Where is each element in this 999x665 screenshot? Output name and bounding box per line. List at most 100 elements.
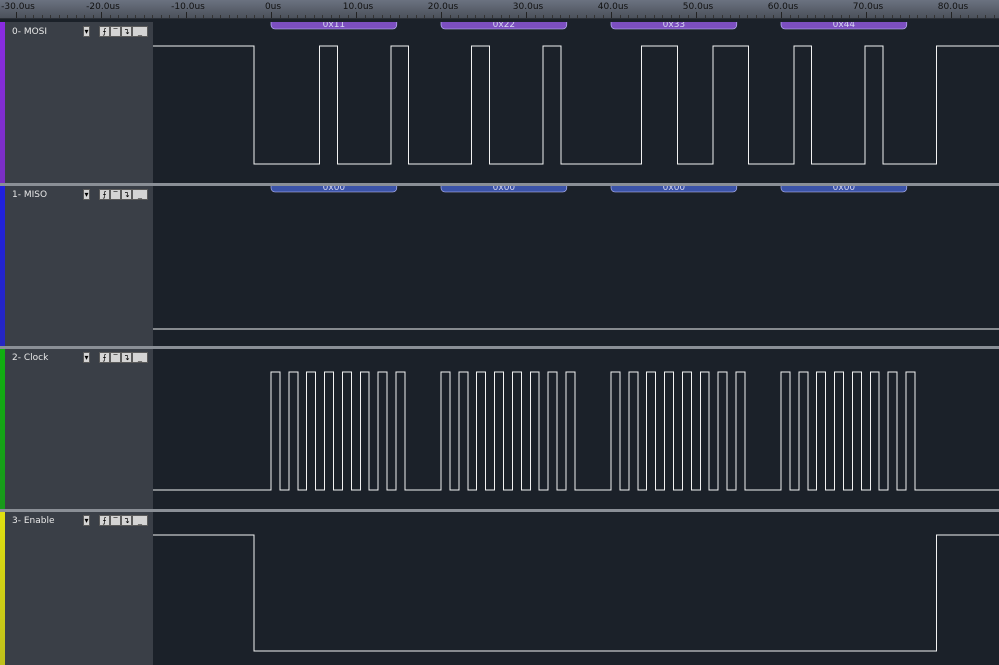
falling-edge-trigger-icon[interactable]: ↴ [121, 26, 132, 37]
ruler-minor-tick [305, 15, 306, 18]
ruler-minor-tick [738, 15, 740, 18]
low-level-trigger-icon[interactable]: _ [132, 26, 148, 37]
ruler-minor-tick [509, 15, 510, 18]
low-level-trigger-icon[interactable]: _ [132, 352, 148, 363]
ruler-minor-tick [254, 15, 255, 18]
ruler-minor-tick [628, 15, 629, 18]
decoded-byte-label: 0x00 [833, 185, 856, 193]
ruler-minor-tick [755, 15, 757, 18]
ruler-minor-tick [772, 15, 774, 18]
ruler-minor-tick [840, 15, 842, 18]
channel-color-bar [0, 511, 5, 665]
ruler-tick [186, 12, 187, 18]
ruler-minor-tick [959, 15, 961, 18]
ruler-minor-tick [237, 15, 238, 18]
ruler-tick [101, 12, 102, 18]
falling-edge-trigger-icon[interactable]: ↴ [121, 189, 132, 200]
ruler-minor-tick [92, 15, 94, 18]
rising-edge-trigger-icon[interactable]: ⨍ [99, 26, 110, 37]
ruler-minor-tick [653, 15, 655, 18]
channel-separator[interactable] [0, 346, 999, 349]
high-level-trigger-icon[interactable]: ‾ [110, 189, 121, 200]
ruler-minor-tick [135, 15, 136, 18]
channel-header[interactable]: 2- Clock ▾ ⨍ ‾ ↴ _ [0, 348, 153, 510]
waveform-area[interactable] [153, 348, 999, 510]
ruler-minor-tick [364, 15, 366, 18]
channel-name[interactable]: 1- MISO [12, 190, 47, 200]
high-level-trigger-icon[interactable]: ‾ [110, 352, 121, 363]
falling-edge-trigger-icon[interactable]: ↴ [121, 352, 132, 363]
time-ruler[interactable]: -30.0us -20.0us -10.0us 0us 10.0us 20.0us 30.0… [0, 0, 999, 19]
ruler-minor-tick [594, 15, 595, 18]
ruler-minor-tick [721, 15, 723, 18]
low-level-trigger-icon[interactable]: _ [132, 515, 148, 526]
falling-edge-trigger-icon[interactable]: ↴ [121, 515, 132, 526]
dropdown-arrow-icon[interactable]: ▾ [83, 515, 90, 526]
rising-edge-trigger-icon[interactable]: ⨍ [99, 352, 110, 363]
ruler-minor-tick [432, 15, 434, 18]
ruler-tick-label: 10.0us [342, 2, 374, 12]
waveform-area[interactable]: 0x00 0x00 0x00 0x00 [153, 185, 999, 347]
ruler-minor-tick [968, 15, 969, 18]
decoded-byte-label: 0x00 [663, 185, 686, 193]
waveform-area[interactable]: 0x11 0x22 0x33 0x44 [153, 22, 999, 184]
ruler-tick [951, 12, 952, 18]
channel-name[interactable]: 2- Clock [12, 353, 48, 363]
ruler-minor-tick [169, 15, 170, 18]
ruler-minor-tick [832, 15, 833, 18]
rising-edge-trigger-icon[interactable]: ⨍ [99, 189, 110, 200]
ruler-minor-tick [560, 15, 561, 18]
channel-header[interactable]: 0- MOSI ▾ ⨍ ‾ ↴ _ [0, 22, 153, 184]
dropdown-arrow-icon[interactable]: ▾ [83, 352, 90, 363]
ruler-minor-tick [891, 15, 893, 18]
ruler-minor-tick [798, 15, 799, 18]
ruler-minor-tick [619, 15, 621, 18]
channel-name[interactable]: 0- MOSI [12, 27, 47, 37]
ruler-minor-tick [483, 15, 485, 18]
dropdown-arrow-icon[interactable]: ▾ [83, 26, 90, 37]
ruler-minor-tick [373, 15, 374, 18]
low-level-trigger-icon[interactable]: _ [132, 189, 148, 200]
channel-row: 2- Clock ▾ ⨍ ‾ ↴ _ [0, 348, 999, 510]
channel-header[interactable]: 1- MISO ▾ ⨍ ‾ ↴ _ [0, 185, 153, 347]
ruler-minor-tick [160, 15, 162, 18]
ruler-minor-tick [823, 15, 825, 18]
channel-color-bar [0, 348, 5, 510]
ruler-tick-label: 80.0us [937, 2, 969, 12]
ruler-minor-tick [458, 15, 459, 18]
ruler-tick-label: -30.0us [1, 2, 35, 12]
channel-name[interactable]: 3- Enable [12, 516, 55, 526]
ruler-minor-tick [322, 15, 323, 18]
channel-separator[interactable] [0, 183, 999, 186]
ruler-minor-tick [602, 15, 604, 18]
high-level-trigger-icon[interactable]: ‾ [110, 515, 121, 526]
decoded-byte-label: 0x22 [493, 22, 516, 30]
ruler-tick-label: 70.0us [852, 2, 884, 12]
ruler-tick-label: 30.0us [512, 2, 544, 12]
ruler-minor-tick [662, 15, 663, 18]
ruler-minor-tick [24, 15, 26, 18]
signal-trace [153, 371, 999, 491]
ruler-minor-tick [466, 15, 468, 18]
ruler-minor-tick [262, 15, 264, 18]
ruler-minor-tick [347, 15, 349, 18]
signal-trace [153, 534, 999, 652]
ruler-minor-tick [194, 15, 196, 18]
channel-separator[interactable] [0, 509, 999, 512]
ruler-minor-tick [704, 15, 706, 18]
ruler-minor-tick [407, 15, 408, 18]
channel-row: 1- MISO ▾ ⨍ ‾ ↴ _ 0x00 0x00 0x00 0x00 [0, 185, 999, 347]
channel-header[interactable]: 3- Enable ▾ ⨍ ‾ ↴ _ [0, 511, 153, 665]
waveform-area[interactable] [153, 511, 999, 665]
ruler-minor-tick [747, 15, 748, 18]
channel-row: 3- Enable ▾ ⨍ ‾ ↴ _ [0, 511, 999, 665]
dropdown-arrow-icon[interactable]: ▾ [83, 189, 90, 200]
ruler-minor-tick [475, 15, 476, 18]
ruler-minor-tick [585, 15, 587, 18]
ruler-minor-tick [424, 15, 425, 18]
high-level-trigger-icon[interactable]: ‾ [110, 26, 121, 37]
rising-edge-trigger-icon[interactable]: ⨍ [99, 515, 110, 526]
ruler-minor-tick [398, 15, 400, 18]
ruler-minor-tick [152, 15, 153, 18]
ruler-minor-tick [220, 15, 221, 18]
